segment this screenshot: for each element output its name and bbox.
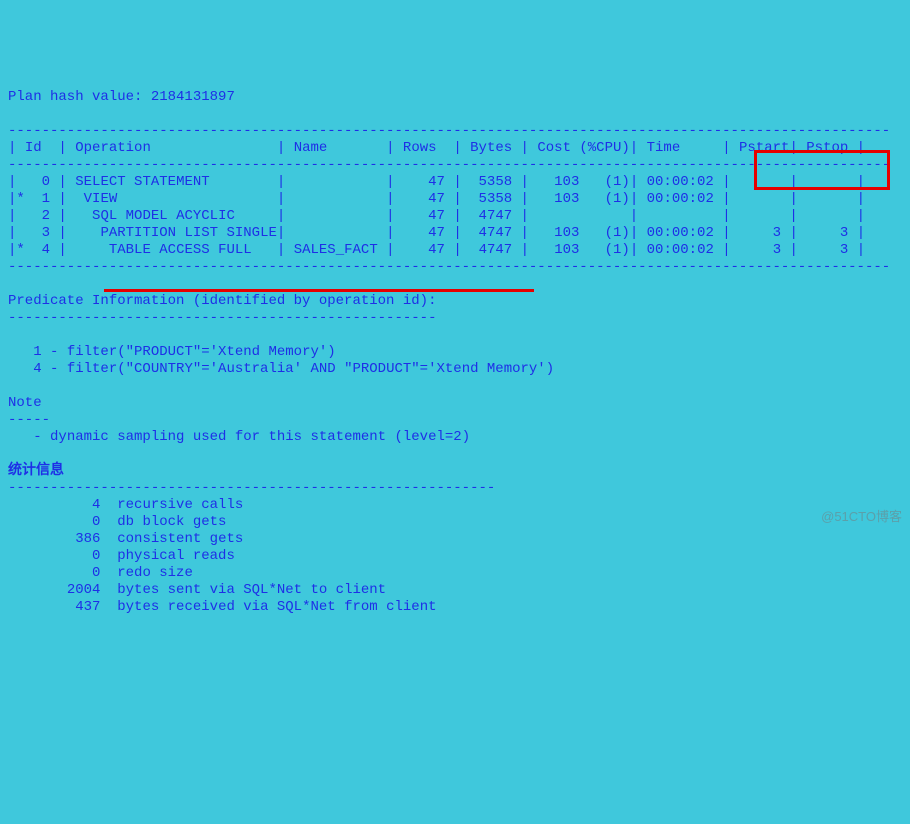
table-top-border: ----------------------------------------… <box>8 123 890 139</box>
predicate-underline: ----------------------------------------… <box>8 310 436 326</box>
table-row: | 0 | SELECT STATEMENT | | 47 | 5358 | 1… <box>8 174 865 190</box>
stat-row: 2004 bytes sent via SQL*Net to client <box>67 582 386 598</box>
stat-row: 4 recursive calls <box>92 497 243 513</box>
note-label: Note <box>8 395 42 411</box>
stat-row: 437 bytes received via SQL*Net from clie… <box>75 599 436 615</box>
predicate-line: 1 - filter("PRODUCT"='Xtend Memory') <box>33 344 335 360</box>
plan-hash-line: Plan hash value: 2184131897 <box>8 89 235 105</box>
stat-row: 0 redo size <box>92 565 193 581</box>
stat-row: 0 physical reads <box>92 548 235 564</box>
note-line: - dynamic sampling used for this stateme… <box>33 429 470 445</box>
note-underline: ----- <box>8 412 50 428</box>
table-row: | 2 | SQL MODEL ACYCLIC | | 47 | 4747 | … <box>8 208 865 224</box>
annotation-box <box>754 150 890 190</box>
stat-row: 386 consistent gets <box>75 531 243 547</box>
table-header: | Id | Operation | Name | Rows | Bytes |… <box>8 140 865 156</box>
stats-underline: ----------------------------------------… <box>8 480 495 496</box>
predicate-line: 4 - filter("COUNTRY"='Australia' AND "PR… <box>33 361 554 377</box>
table-row: | 3 | PARTITION LIST SINGLE| | 47 | 4747… <box>8 225 865 241</box>
annotation-underline <box>104 289 534 292</box>
stats-label: 统计信息 <box>8 463 64 479</box>
table-bottom-border: ----------------------------------------… <box>8 259 890 275</box>
predicate-title: Predicate Information (identified by ope… <box>8 293 436 309</box>
stat-row: 0 db block gets <box>92 514 226 530</box>
table-row: |* 1 | VIEW | | 47 | 5358 | 103 (1)| 00:… <box>8 191 865 207</box>
table-row: |* 4 | TABLE ACCESS FULL | SALES_FACT | … <box>8 242 865 258</box>
watermark: @51CTO博客 <box>821 508 902 525</box>
